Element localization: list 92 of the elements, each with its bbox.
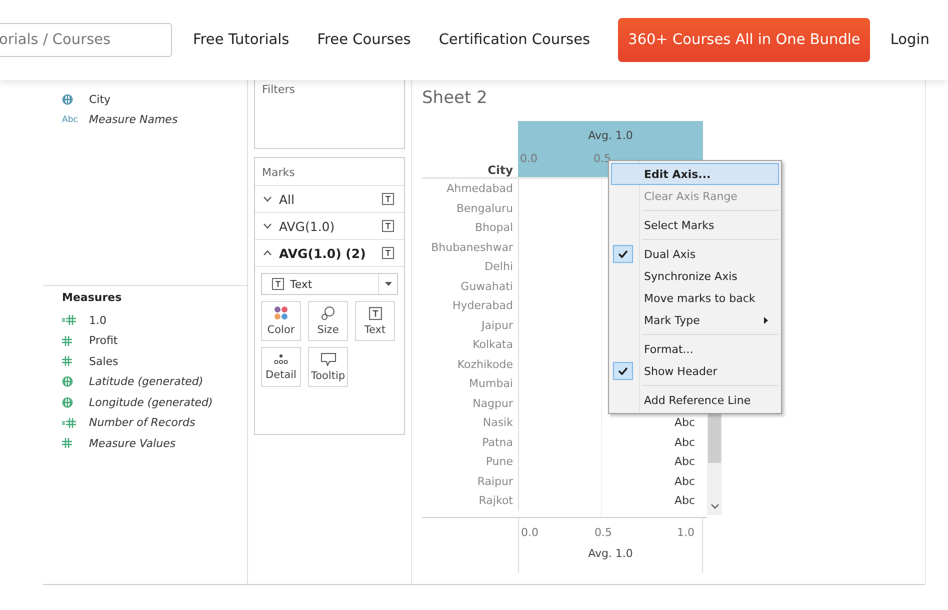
hash-icon [62, 356, 72, 366]
axis-tick-label: 0.0 [520, 152, 538, 165]
scroll-down-icon[interactable] [710, 504, 718, 509]
city-label: Kozhikode [457, 358, 513, 371]
nav-link[interactable]: Free Tutorials [193, 32, 290, 48]
row-header: City [488, 163, 513, 177]
submenu-arrow-icon [764, 316, 768, 324]
city-label: Bhopal [474, 221, 513, 234]
axis-title: Avg. 1.0 [587, 129, 634, 142]
chevron-icon[interactable] [263, 196, 272, 202]
city-label: Pune [486, 455, 513, 468]
detail-dots-icon [274, 354, 288, 364]
marks-title: Marks [255, 158, 404, 186]
sheet-title: Sheet 2 [422, 88, 488, 110]
mark-type-dropdown[interactable]: Text [261, 273, 398, 295]
city-label: Mumbai [469, 377, 513, 390]
text-mark-icon [382, 193, 394, 205]
text-mark: Abc [674, 474, 695, 488]
menu-item[interactable]: Select Marks [611, 214, 779, 236]
size-circles-icon [321, 306, 335, 320]
axis-tick-label: 0.0 [521, 526, 538, 539]
nav-link[interactable]: Certification Courses [438, 32, 590, 48]
axis-tick-label: 0.5 [594, 526, 612, 539]
marks-property-button[interactable]: Size [308, 301, 348, 341]
marks-layer-label[interactable]: All [279, 192, 382, 206]
text-mark-icon [382, 247, 394, 259]
axis-tick-label: 1.0 [677, 526, 694, 539]
city-label: Raipur [477, 474, 513, 488]
city-label: Nagpur [472, 396, 513, 410]
dimension-field[interactable]: City [89, 92, 111, 106]
nav-link[interactable]: Free Courses [317, 32, 411, 48]
measure-field[interactable]: Longitude (generated) [89, 396, 213, 409]
measure-field[interactable]: Measure Values [89, 436, 176, 450]
text-mark: Abc [674, 494, 695, 508]
string-type-label: Abc [62, 114, 78, 125]
measures-heading: Measures [62, 290, 123, 306]
city-label: Kolkata [472, 338, 513, 352]
hash-icon [62, 336, 72, 346]
globe-icon [62, 376, 73, 388]
globe-icon [62, 94, 73, 105]
dimension-field[interactable]: Measure Names [89, 113, 178, 126]
menu-item[interactable]: Synchronize Axis [611, 265, 779, 287]
city-label: Bhubaneshwar [431, 240, 513, 254]
menu-item[interactable]: Edit Axis... [611, 163, 779, 185]
city-label: Jaipur [481, 318, 513, 332]
text-mark-icon [368, 306, 382, 320]
text-mark-icon [382, 220, 394, 232]
city-label: Guwahati [460, 280, 513, 293]
checkmark-icon [613, 362, 633, 380]
city-label: Rajkot [478, 494, 513, 508]
text-mark: Abc [674, 436, 695, 449]
calculated-hash-icon [62, 315, 76, 326]
menu-item[interactable]: Dual Axis [611, 243, 779, 265]
filters-title: Filters [261, 82, 296, 98]
bundle-button[interactable]: 360+ Courses All in One Bundle [618, 18, 870, 62]
city-label: Hyderabad [452, 299, 513, 312]
speech-bubble-icon [320, 352, 336, 366]
city-label: Bengaluru [456, 202, 513, 215]
city-label: Nasik [482, 416, 513, 430]
marks-property-button[interactable]: Color [261, 301, 301, 341]
login-link[interactable]: Login [890, 32, 930, 48]
measure-field[interactable]: Number of Records [89, 416, 196, 430]
calculated-hash-icon [62, 418, 76, 428]
text-mark-icon [272, 278, 284, 290]
checkmark-icon [613, 245, 633, 263]
measure-field[interactable]: Profit [89, 334, 118, 348]
menu-item[interactable]: Mark Type [611, 309, 779, 331]
measure-field[interactable]: 1.0 [89, 314, 106, 327]
measure-field[interactable]: Latitude (generated) [89, 375, 204, 388]
text-mark: Abc [674, 455, 695, 468]
text-mark: Abc [674, 416, 695, 430]
menu-item[interactable]: Show Header [611, 360, 779, 382]
measure-field[interactable]: Sales [89, 354, 118, 368]
chevron-icon[interactable] [263, 250, 272, 256]
chevron-icon[interactable] [263, 223, 272, 229]
menu-item[interactable]: Format... [611, 338, 779, 360]
dropdown-caret-icon [384, 282, 392, 286]
city-label: Delhi [484, 260, 513, 274]
marks-property-button[interactable]: Tooltip [308, 347, 348, 387]
city-label: Ahmedabad [446, 182, 513, 196]
color-dots-icon [274, 306, 288, 320]
marks-property-button[interactable]: Detail [261, 347, 301, 387]
marks-property-button[interactable]: Text [355, 301, 395, 341]
globe-icon [62, 396, 73, 408]
marks-layer-label[interactable]: AVG(1.0) [279, 218, 382, 234]
hash-icon [62, 438, 72, 448]
menu-item[interactable]: Add Reference Line [611, 389, 779, 411]
city-label: Patna [482, 436, 513, 449]
marks-layer-label[interactable]: AVG(1.0) (2) [279, 246, 382, 260]
search-field[interactable]: orials / Courses [0, 23, 172, 57]
menu-item[interactable]: Move marks to back [611, 287, 779, 309]
axis-title: Avg. 1.0 [587, 547, 634, 560]
